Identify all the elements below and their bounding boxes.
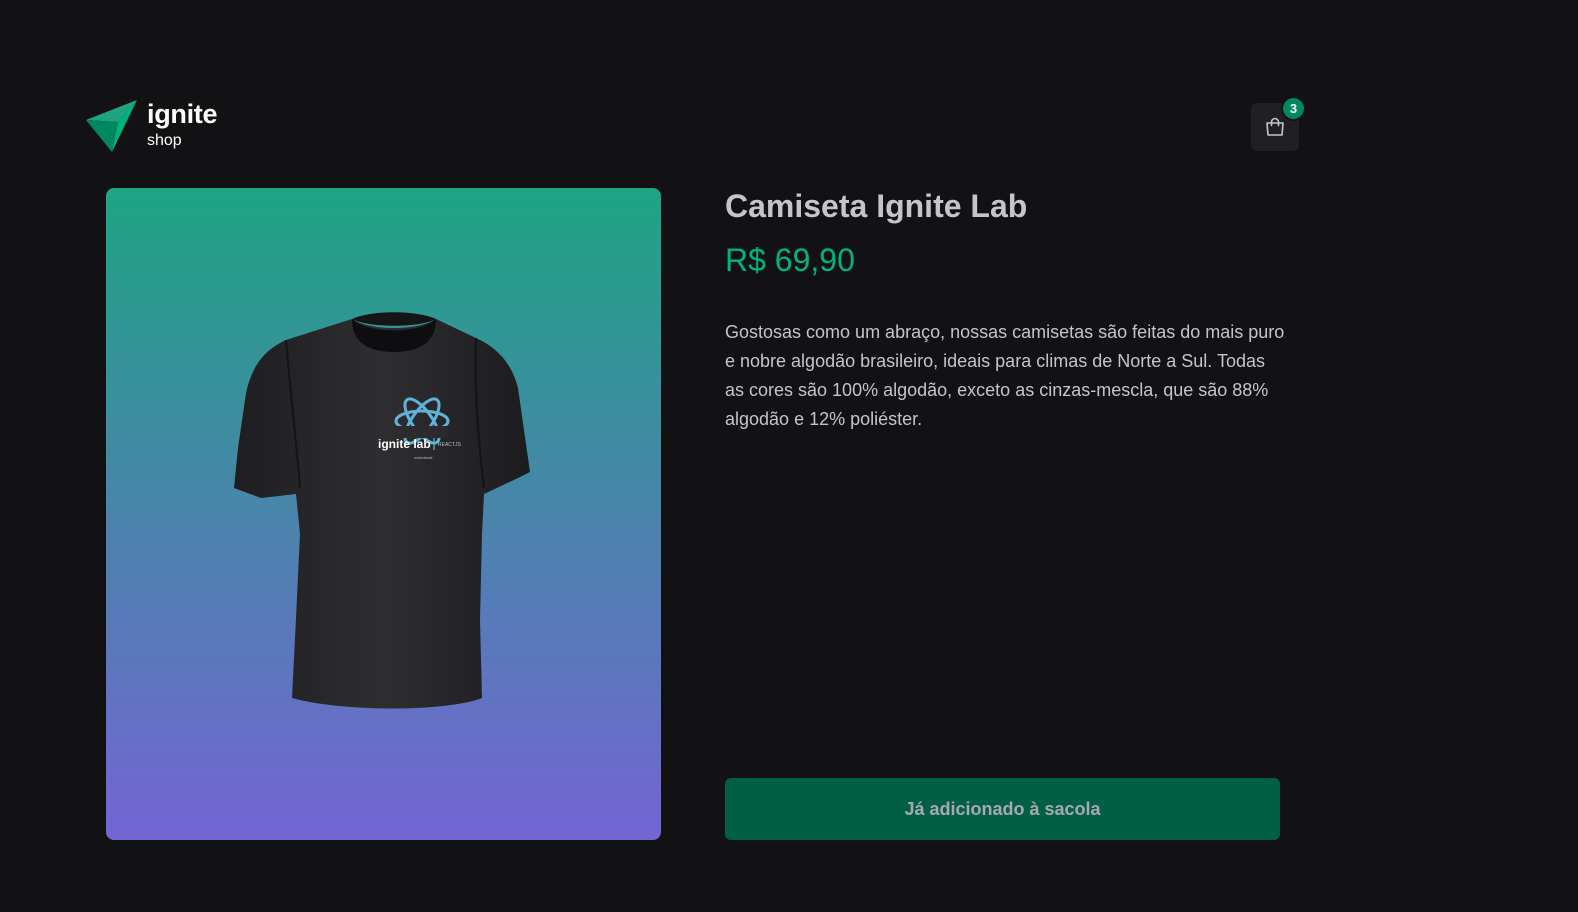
handbag-icon — [1266, 117, 1284, 136]
print-brand: rocketseat — [414, 455, 433, 460]
ignite-logo-icon — [86, 100, 137, 152]
print-text: ignite lab — [378, 437, 431, 451]
product-description: Gostosas como um abraço, nossas camiseta… — [725, 322, 1285, 429]
product-title: Camiseta Ignite Lab — [725, 188, 1028, 224]
product-image: ignite lab REACTJS rocketseat — [106, 188, 661, 840]
logo-subtitle: shop — [147, 132, 182, 149]
ignite-shop-logo[interactable]: ignite shop — [86, 98, 226, 154]
print-subtext: REACTJS — [438, 442, 461, 448]
product-price: R$ 69,90 — [725, 242, 855, 278]
logo-title: ignite — [147, 99, 218, 129]
cart-count-badge: 3 — [1281, 96, 1306, 121]
tshirt-image: ignite lab REACTJS rocketseat — [234, 312, 530, 709]
add-to-bag-button[interactable]: Já adicionado à sacola — [725, 778, 1280, 840]
